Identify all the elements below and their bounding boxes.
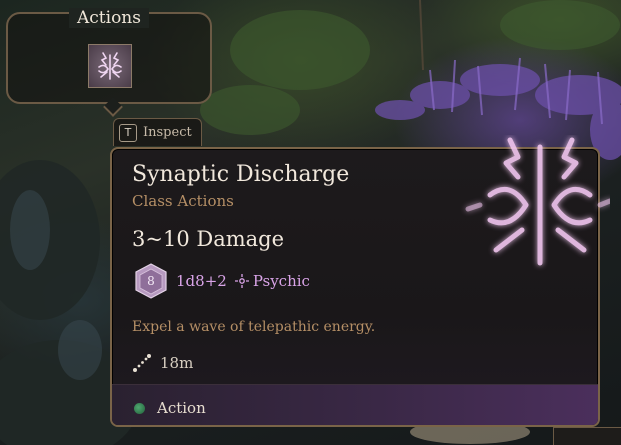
- d8-dice-icon: 8: [135, 263, 167, 299]
- spell-description: Expel a wave of telepathic energy.: [132, 319, 376, 335]
- range-row: 18m: [132, 353, 193, 373]
- action-resource-icon: [134, 402, 145, 414]
- spell-name: Synaptic Discharge: [132, 162, 350, 187]
- actions-panel: Actions: [6, 8, 212, 117]
- damage-type: Psychic: [252, 272, 310, 290]
- range-value: 18m: [160, 354, 194, 372]
- dice-face: 8: [147, 274, 155, 288]
- range-icon: [133, 354, 151, 372]
- game-scene: Actions T Inspect Synaptic Discharge Cla…: [0, 0, 621, 445]
- dice-value: 1d8+2: [176, 272, 227, 290]
- inspect-label: Inspect: [143, 125, 192, 140]
- spell-tooltip: Synaptic Discharge Class Actions 3~10 Da…: [110, 147, 600, 427]
- inspect-key: T: [119, 123, 137, 142]
- spell-category: Class Actions: [132, 192, 234, 210]
- synaptic-discharge-icon: [98, 52, 122, 80]
- inspect-hint[interactable]: T Inspect: [113, 118, 202, 146]
- damage-range: 3~10 Damage: [132, 227, 285, 251]
- damage-dice-row: 8 1d8+2 Psychic: [134, 263, 310, 299]
- cost-label: Action: [157, 399, 206, 417]
- action-slot-synaptic-discharge[interactable]: [88, 44, 132, 88]
- cost-row: Action: [134, 399, 206, 417]
- psychic-icon: [234, 274, 249, 288]
- bottom-panel-corner: [553, 427, 621, 445]
- panel-notch: [103, 97, 123, 117]
- actions-title: Actions: [8, 8, 210, 28]
